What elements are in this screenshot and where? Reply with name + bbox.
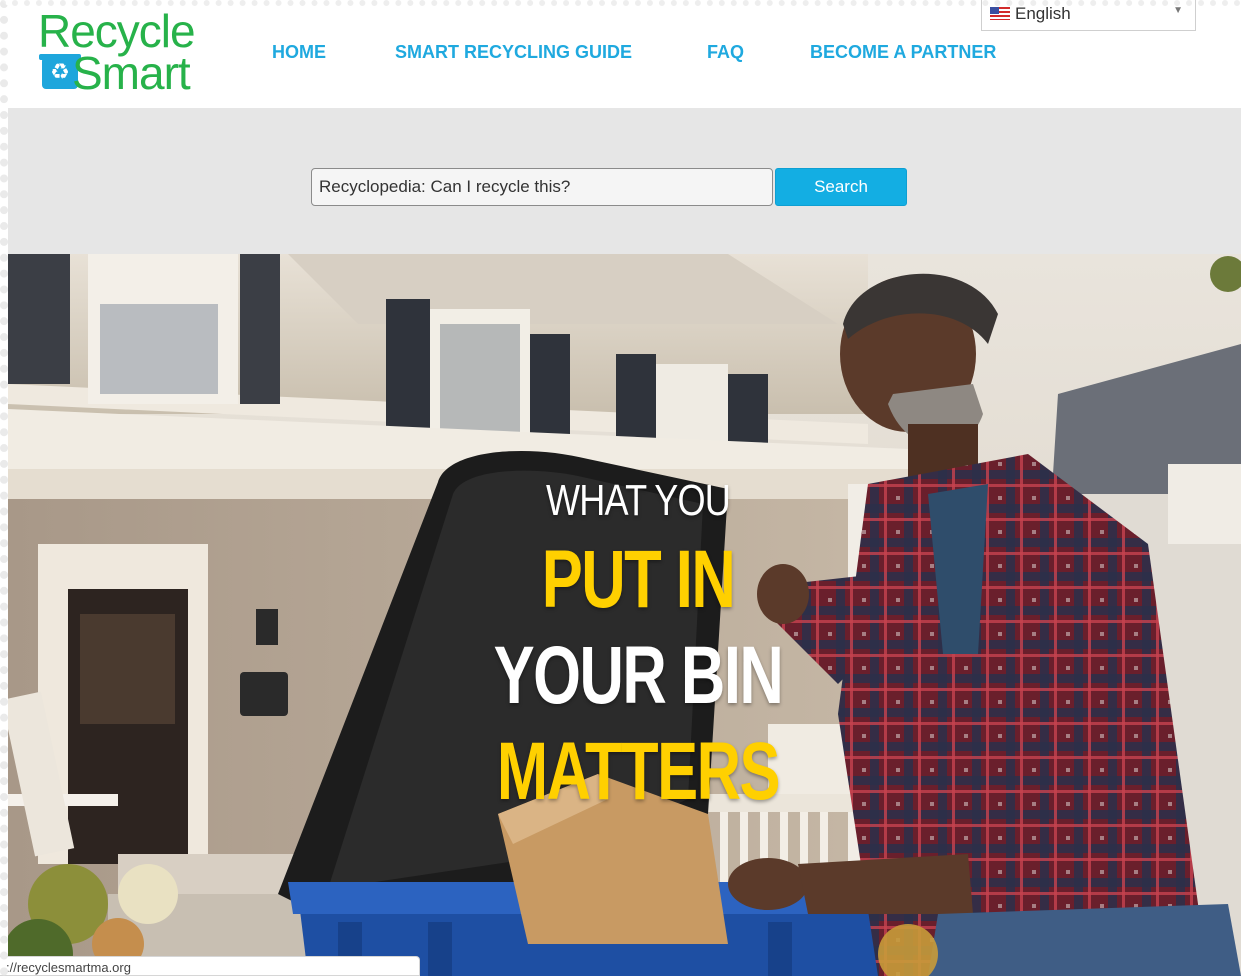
hero-line-matters: MATTERS — [496, 726, 781, 817]
chevron-down-icon: ▼ — [1173, 5, 1183, 16]
nav-home[interactable]: HOME — [272, 42, 326, 63]
hero-headline: WHAT YOU PUT IN YOUR BIN MATTERS — [408, 469, 868, 813]
hero-line-put-in: PUT IN — [541, 534, 736, 625]
language-select[interactable]: English ▼ — [981, 0, 1196, 31]
hero-banner: WHAT YOU PUT IN YOUR BIN MATTERS — [8, 254, 1241, 976]
nav-faq[interactable]: FAQ — [707, 42, 744, 63]
logo-word-smart: Smart — [72, 47, 191, 99]
hero-line-what-you: WHAT YOU — [546, 476, 731, 525]
hero-line-your-bin: YOUR BIN — [493, 630, 784, 721]
nav-smart-recycling-guide[interactable]: SMART RECYCLING GUIDE — [395, 42, 632, 63]
status-bar-url: ://recyclesmartma.org — [0, 956, 420, 976]
site-header: Recycle ♻ Smart HOME SMART RECYCLING GUI… — [0, 0, 1241, 108]
search-button[interactable]: Search — [775, 168, 907, 206]
language-selected-label: English — [1015, 4, 1071, 23]
us-flag-icon — [990, 7, 1010, 20]
recyclopedia-search-input[interactable] — [311, 168, 773, 206]
recyclesmart-logo[interactable]: Recycle ♻ Smart — [38, 8, 248, 99]
nav-become-a-partner[interactable]: BECOME A PARTNER — [810, 42, 996, 63]
search-band: Search — [8, 108, 1241, 254]
